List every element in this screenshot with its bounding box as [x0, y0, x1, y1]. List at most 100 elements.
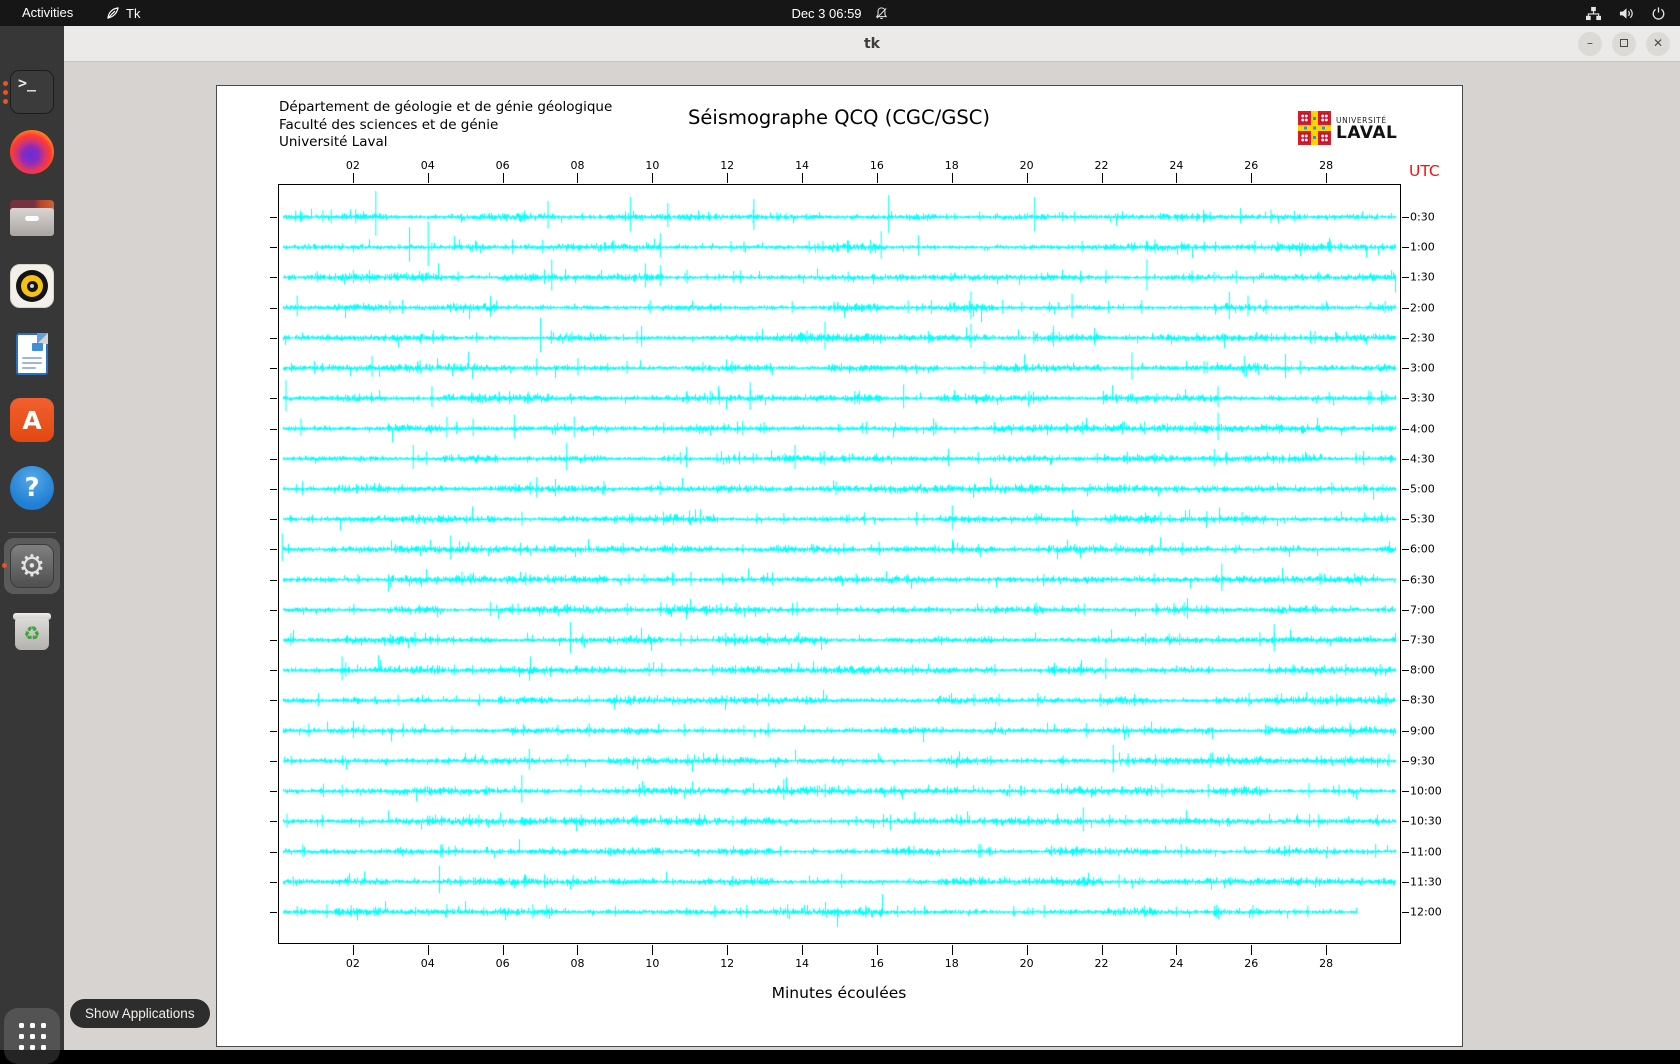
utc-tick-mark [1402, 307, 1409, 309]
x-tick-label: 02 [345, 159, 360, 172]
x-tick-label: 04 [420, 957, 435, 970]
close-button[interactable]: ✕ [1646, 32, 1670, 56]
x-tick-mark [1251, 945, 1253, 955]
maximize-button[interactable] [1612, 32, 1636, 56]
utc-tick-mark [1402, 911, 1409, 913]
utc-tick-mark [270, 458, 277, 460]
terminal-icon: >_ [10, 70, 54, 114]
files-icon [10, 196, 54, 240]
x-tick-label: 04 [420, 159, 435, 172]
utc-tick-label: 8:30 [1410, 693, 1435, 707]
wired-network-icon [1586, 6, 1601, 20]
dock-item-ubuntu-software[interactable]: A [10, 398, 54, 442]
dock-item-files[interactable] [10, 196, 54, 240]
gear-icon: ⚙ [10, 544, 54, 588]
utc-tick-label: 0:30 [1410, 210, 1435, 224]
x-tick-mark [951, 945, 953, 955]
utc-tick-mark [1402, 549, 1409, 551]
rhythmbox-icon [10, 264, 54, 308]
window-titlebar[interactable]: tk – ✕ [64, 26, 1680, 62]
dock-item-trash[interactable]: ♻ [10, 610, 54, 654]
utc-tick-mark [270, 911, 277, 913]
minimize-button[interactable]: – [1578, 32, 1602, 56]
x-tick-label: 24 [1169, 957, 1184, 970]
utc-tick-label: 10:30 [1410, 814, 1442, 828]
x-tick-mark [427, 945, 429, 955]
notifications-muted-icon [875, 6, 887, 19]
utc-tick-label: 4:00 [1410, 422, 1435, 436]
dock-item-rhythmbox[interactable] [10, 264, 54, 308]
utc-tick-label: 4:30 [1410, 452, 1435, 466]
x-tick-label: 24 [1169, 159, 1184, 172]
x-tick-label: 10 [645, 159, 660, 172]
utc-tick-mark [1402, 368, 1409, 370]
screen: Activities Tk Dec 3 06:59 >_ A ? ⚙ ♻ Sho… [0, 0, 1680, 1064]
x-tick-label: 06 [495, 957, 510, 970]
utc-tick-mark [1402, 217, 1409, 218]
x-tick-label: 06 [495, 159, 510, 172]
dock-item-terminal[interactable]: >_ [3, 70, 54, 114]
dock-item-settings-active[interactable]: ⚙ [2, 538, 60, 594]
x-tick-label: 20 [1019, 957, 1034, 970]
dock-item-firefox[interactable] [10, 130, 54, 174]
utc-tick-mark [1402, 881, 1409, 883]
x-tick-mark [427, 173, 429, 183]
firefox-icon [10, 130, 54, 174]
utc-tick-mark [270, 730, 277, 732]
clock[interactable]: Dec 3 06:59 [791, 6, 861, 21]
dock-item-help[interactable]: ? [10, 466, 54, 510]
utc-tick-mark [270, 519, 277, 521]
utc-tick-mark [270, 670, 277, 672]
laval-shield-icon [1298, 111, 1331, 145]
utc-tick-label: 1:00 [1410, 240, 1435, 254]
utc-tick-mark [270, 488, 277, 490]
utc-tick-mark [1402, 760, 1409, 762]
institution-header: Département de géologie et de génie géol… [279, 99, 612, 152]
x-tick-mark [502, 945, 504, 955]
utc-tick-mark [1402, 488, 1409, 490]
utc-tick-mark [1402, 851, 1409, 853]
x-tick-mark [502, 173, 504, 183]
help-icon: ? [10, 466, 54, 510]
header-line-3: Université Laval [279, 134, 388, 150]
tk-window: tk – ✕ Département de géologie et de gén… [64, 26, 1680, 1050]
dock-item-libreoffice-writer[interactable] [10, 332, 54, 376]
utc-tick-mark [1402, 277, 1409, 279]
seismograph-canvas-area: Département de géologie et de génie géol… [216, 85, 1463, 1047]
x-tick-mark [727, 945, 729, 955]
dock: >_ A ? ⚙ ♻ [0, 26, 64, 1064]
utc-tick-mark [1402, 791, 1409, 793]
utc-tick-mark [270, 791, 277, 793]
utc-tick-mark [270, 247, 277, 249]
utc-tick-label: 6:00 [1410, 542, 1435, 556]
utc-tick-mark [270, 368, 277, 370]
utc-tick-label: 7:00 [1410, 603, 1435, 617]
x-tick-label: 12 [720, 957, 735, 970]
x-tick-label: 20 [1019, 159, 1034, 172]
x-tick-label: 26 [1244, 957, 1259, 970]
window-title: tk [863, 36, 880, 52]
utc-tick-mark [270, 337, 277, 339]
system-status-area[interactable] [1585, 0, 1666, 26]
x-tick-label: 16 [869, 159, 884, 172]
show-applications-button[interactable] [4, 1008, 60, 1064]
utc-tick-label: 5:30 [1410, 512, 1435, 526]
logo-laval: LAVAL [1336, 122, 1398, 143]
x-tick-mark [652, 945, 654, 955]
x-tick-mark [802, 945, 804, 955]
running-indicator [3, 99, 8, 104]
x-tick-label: 08 [570, 957, 585, 970]
utc-tick-mark [270, 640, 277, 642]
x-tick-label: 28 [1319, 159, 1334, 172]
utc-tick-mark [270, 307, 277, 309]
running-indicator [3, 90, 8, 95]
running-indicator [2, 563, 7, 568]
utc-tick-mark [270, 549, 277, 551]
x-tick-mark [577, 945, 579, 955]
utc-tick-mark [1402, 730, 1409, 732]
laval-logo: UNIVERSITÉ LAVAL [1298, 111, 1397, 145]
utc-tick-mark [1402, 247, 1409, 249]
x-tick-label: 14 [795, 957, 810, 970]
x-tick-label: 22 [1094, 957, 1109, 970]
x-tick-label: 02 [345, 957, 360, 970]
